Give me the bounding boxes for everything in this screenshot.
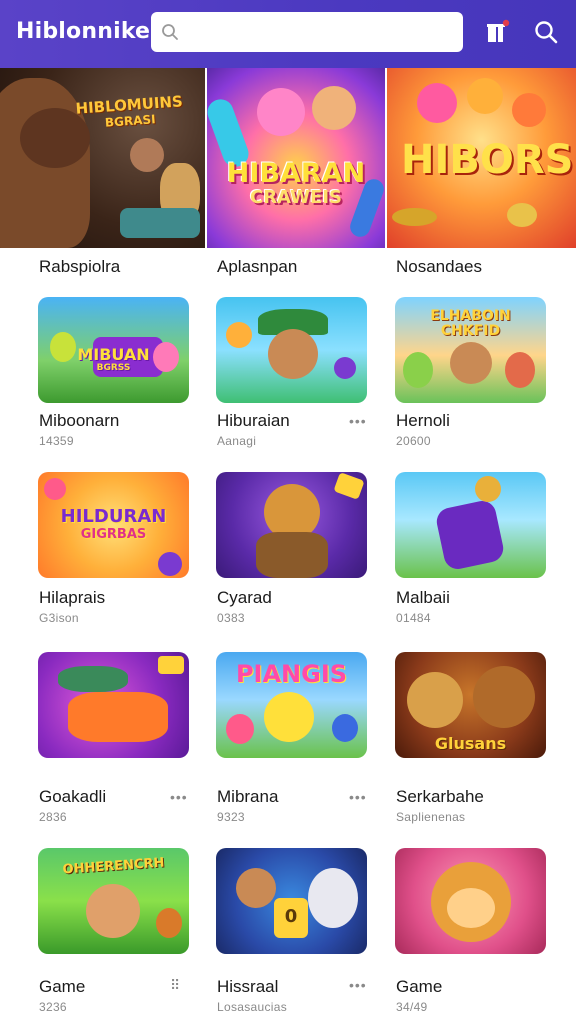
game-card-image[interactable]: ELHABOIN CHKFID: [395, 297, 546, 403]
game-title[interactable]: Cyarad: [217, 588, 272, 608]
game-title[interactable]: Serkarbahe: [396, 787, 484, 807]
game-card-image[interactable]: MIBUAN BGRSS: [38, 297, 189, 403]
game-subtitle: 20600: [396, 434, 431, 448]
game-card-image[interactable]: PIANGIS: [216, 652, 367, 758]
game-title[interactable]: Miboonarn: [39, 411, 119, 431]
card-art-text: GIGRBAS: [80, 527, 147, 542]
game-title[interactable]: Malbaii: [396, 588, 450, 608]
card-art-text: Glusans: [434, 734, 507, 753]
game-title[interactable]: Hissraal: [217, 977, 278, 997]
card-art-text: HILDURAN: [60, 506, 167, 527]
game-title[interactable]: Mibrana: [217, 787, 278, 807]
search-input[interactable]: [187, 23, 457, 41]
game-card-image[interactable]: Glusans: [395, 652, 546, 758]
game-card-image[interactable]: [395, 848, 546, 954]
search-icon[interactable]: [532, 18, 560, 46]
game-title[interactable]: Hilaprais: [39, 588, 105, 608]
game-subtitle: 0383: [217, 611, 245, 625]
game-card-image[interactable]: [216, 472, 367, 578]
hero-banner-2[interactable]: HIBARAN CRAWEIS: [207, 68, 385, 248]
hero-art-text: HIBORS: [401, 137, 574, 183]
game-title[interactable]: Hernoli: [396, 411, 450, 431]
hero-art-text: HIBARAN: [226, 158, 366, 189]
hero-caption-2[interactable]: Aplasnpan: [217, 257, 297, 277]
card-art-text: MIBUAN: [77, 345, 150, 364]
game-title[interactable]: Game: [396, 977, 442, 997]
more-options-icon[interactable]: •••: [170, 789, 188, 805]
hero-art-2: HIBARAN CRAWEIS: [207, 68, 385, 248]
app-brand[interactable]: Hiblonnike: [16, 19, 150, 44]
more-options-icon[interactable]: •••: [349, 977, 367, 993]
hero-art-text: CRAWEIS: [249, 187, 342, 208]
search-icon: [162, 24, 178, 40]
game-subtitle: 2836: [39, 810, 67, 824]
card-art-text: OHHERENCRH: [62, 855, 165, 878]
card-art-text: CHKFID: [440, 323, 501, 339]
game-subtitle: 3236: [39, 1000, 67, 1014]
game-subtitle: 01484: [396, 611, 431, 625]
card-art-text: BGRSS: [96, 363, 131, 373]
hero-art-1: HIBLOMUINS BGRASI: [0, 68, 205, 248]
search-box[interactable]: [151, 12, 463, 52]
game-card-image[interactable]: HILDURAN GIGRBAS: [38, 472, 189, 578]
game-card-image[interactable]: [38, 652, 189, 758]
ranking-icon[interactable]: [484, 18, 512, 46]
game-subtitle: Losasaucias: [217, 1000, 288, 1014]
game-title[interactable]: Hiburaian: [217, 411, 290, 431]
card-art-text: ELHABOIN: [430, 308, 511, 324]
more-options-icon[interactable]: •••: [349, 413, 367, 429]
game-subtitle: Aanagi: [217, 434, 257, 448]
hero-art-3: HIBORS: [387, 68, 576, 248]
game-title[interactable]: Goakadli: [39, 787, 106, 807]
game-subtitle: 14359: [39, 434, 74, 448]
hero-caption-3[interactable]: Nosandaes: [396, 257, 482, 277]
game-card-image[interactable]: OHHERENCRH: [38, 848, 189, 954]
top-app-bar: Hiblonnike: [0, 0, 576, 68]
hero-banner-3[interactable]: HIBORS: [387, 68, 576, 248]
game-subtitle: 34/49: [396, 1000, 428, 1014]
more-options-icon[interactable]: •••: [349, 789, 367, 805]
game-card-image[interactable]: [216, 297, 367, 403]
game-subtitle: 9323: [217, 810, 245, 824]
grid-options-icon[interactable]: ⠿: [170, 977, 181, 994]
card-art-text: PIANGIS: [235, 660, 348, 688]
card-art-text: 0: [284, 906, 298, 927]
hero-caption-1[interactable]: Rabspiolra: [39, 257, 120, 277]
game-title[interactable]: Game: [39, 977, 85, 997]
game-subtitle: Saplienenas: [396, 810, 466, 824]
game-subtitle: G3ison: [39, 611, 79, 625]
hero-banner-1[interactable]: HIBLOMUINS BGRASI: [0, 68, 205, 248]
game-card-image[interactable]: 0: [216, 848, 367, 954]
game-card-image[interactable]: [395, 472, 546, 578]
